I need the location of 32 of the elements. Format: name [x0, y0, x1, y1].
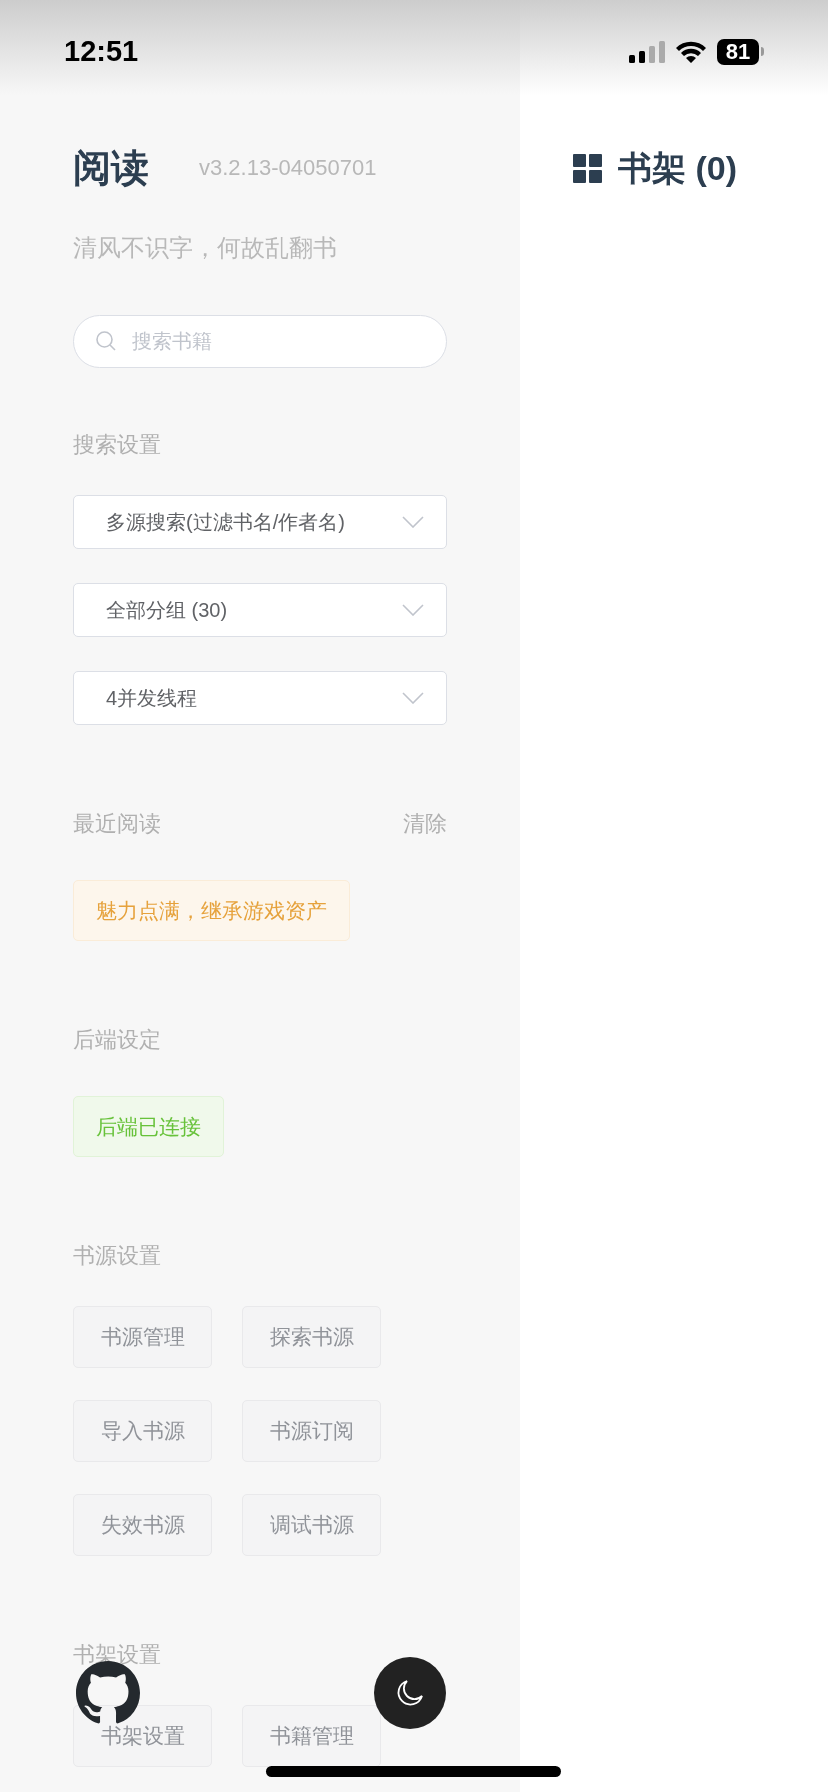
settings-button[interactable]: 书源管理 — [73, 1306, 212, 1368]
slogan-text: 清风不识字，何故乱翻书 — [73, 233, 337, 263]
dropdown-select[interactable]: 多源搜索(过滤书名/作者名) — [73, 495, 447, 549]
section-heading: 后端设定 — [73, 1026, 161, 1054]
search-icon — [95, 330, 117, 352]
chevron-down-icon — [402, 692, 424, 704]
clear-link[interactable]: 清除 — [403, 809, 447, 839]
status-time: 12:51 — [64, 33, 139, 69]
bookshelf-title: 书架 (0) — [618, 148, 737, 189]
settings-button[interactable]: 导入书源 — [73, 1400, 212, 1462]
settings-button[interactable]: 书架设置 — [73, 1705, 212, 1767]
search-field[interactable]: 搜索书籍 — [73, 315, 447, 368]
moon-icon — [395, 1678, 425, 1708]
chevron-down-icon — [402, 604, 424, 616]
dropdown-select[interactable]: 4并发线程 — [73, 671, 447, 725]
section-heading: 最近阅读 — [73, 810, 161, 838]
section-heading: 搜索设置 — [73, 431, 161, 459]
dropdown-select[interactable]: 全部分组 (30) — [73, 583, 447, 637]
grid-icon — [573, 153, 602, 183]
settings-button[interactable]: 失效书源 — [73, 1494, 212, 1556]
signal-icon — [629, 40, 665, 63]
settings-button[interactable]: 书籍管理 — [242, 1705, 381, 1767]
status-tag: 后端已连接 — [73, 1096, 224, 1157]
wifi-icon — [675, 40, 707, 63]
app-title: 阅读 — [73, 146, 149, 191]
section-heading: 书源设置 — [73, 1242, 161, 1270]
chevron-down-icon — [402, 516, 424, 528]
version-text: v3.2.13-04050701 — [199, 154, 377, 182]
settings-button[interactable]: 探索书源 — [242, 1306, 381, 1368]
settings-button[interactable]: 书源订阅 — [242, 1400, 381, 1462]
settings-button[interactable]: 调试书源 — [242, 1494, 381, 1556]
status-tag: 魅力点满，继承游戏资产 — [73, 880, 350, 941]
